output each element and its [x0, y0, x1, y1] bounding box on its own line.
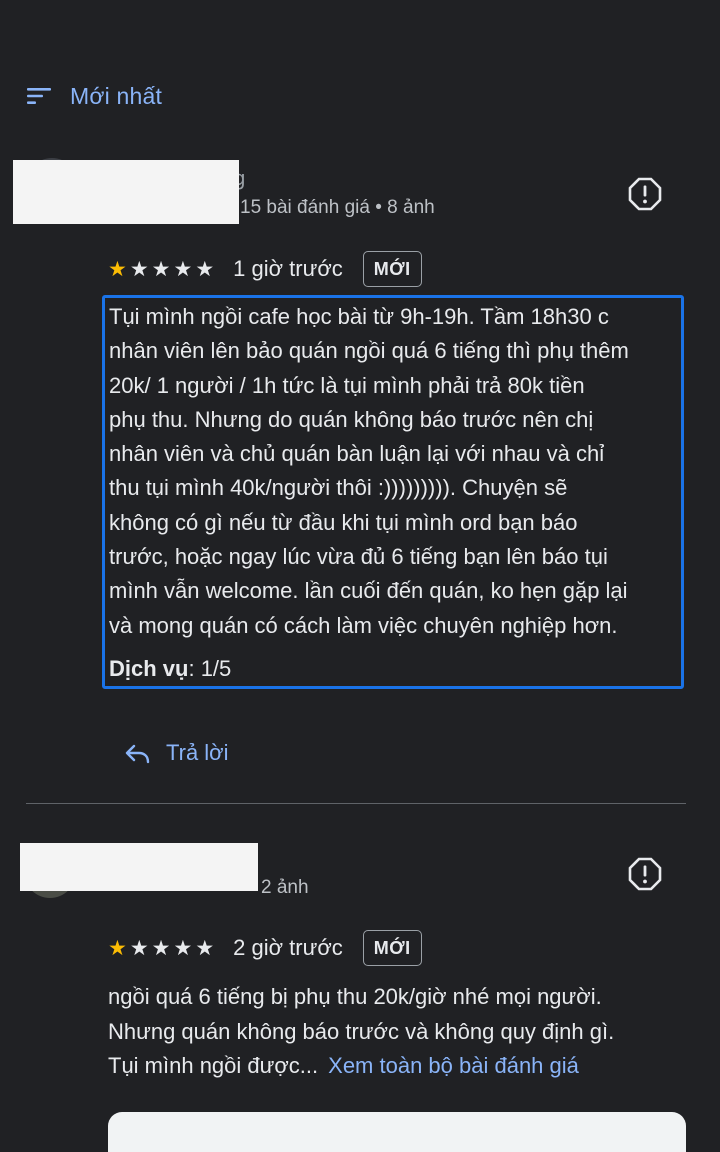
see-full-review-link[interactable]: Xem toàn bộ bài đánh giá: [328, 1053, 579, 1078]
star-rating: ★ ★ ★ ★ ★: [108, 256, 217, 281]
review-time: 1 giờ trước: [233, 256, 343, 281]
report-review-icon[interactable]: [628, 177, 662, 211]
review-text: Tụi mình ngồi cafe học bài từ 9h-19h. Tầ…: [109, 304, 629, 638]
rating-row: ★ ★ ★ ★ ★ 1 giờ trước MỚI: [108, 249, 422, 289]
next-card-edge: [108, 1112, 686, 1152]
new-badge: MỚI: [362, 930, 422, 966]
redacted-author-name: [13, 160, 239, 224]
sort-button[interactable]: Mới nhất: [26, 78, 162, 114]
review-text-line: Tụi mình ngồi được...: [108, 1053, 319, 1078]
star-icon: ★: [173, 256, 193, 281]
review-text-line: ngồi quá 6 tiếng bị phụ thu 20k/giờ nhé …: [108, 984, 602, 1009]
star-rating: ★ ★ ★ ★ ★: [108, 935, 217, 960]
reply-label: Trả lời: [166, 740, 229, 765]
sort-label: Mới nhất: [70, 82, 163, 109]
reply-icon: [124, 742, 150, 764]
star-icon: ★: [151, 256, 171, 281]
reply-button[interactable]: Trả lời: [124, 736, 229, 770]
reviewer-meta: 15 bài đánh giá • 8 ảnh: [240, 197, 435, 218]
sort-icon: [26, 86, 52, 106]
star-icon: ★: [195, 256, 215, 281]
star-icon: ★: [151, 935, 171, 960]
service-rating: Dịch vụ: 1/5: [109, 656, 681, 682]
review-time: 2 giờ trước: [233, 935, 343, 960]
report-review-icon[interactable]: [628, 857, 662, 891]
star-icon: ★: [173, 935, 193, 960]
star-icon: ★: [195, 935, 215, 960]
reviewer-meta: 2 ảnh: [261, 877, 309, 898]
star-icon: ★: [129, 256, 149, 281]
star-icon: ★: [129, 935, 149, 960]
review-divider: [26, 803, 686, 804]
rating-row: ★ ★ ★ ★ ★ 2 giờ trước MỚI: [108, 928, 422, 968]
star-icon: ★: [108, 935, 127, 960]
star-icon: ★: [108, 256, 127, 281]
review-text-line: Nhưng quán không báo trước và không quy …: [108, 1018, 615, 1044]
new-badge: MỚI: [362, 251, 422, 287]
review-text: ngồi quá 6 tiếng bị phụ thu 20k/giờ nhé …: [108, 980, 698, 1084]
redacted-author-name: [20, 843, 258, 891]
service-label: Dịch vụ: [109, 655, 189, 681]
review-text-last-line: Tụi mình ngồi được... Xem toàn bộ bài đán…: [108, 1049, 698, 1084]
service-value: : 1/5: [188, 655, 232, 681]
review-text-highlight: Tụi mình ngồi cafe học bài từ 9h-19h. Tầ…: [102, 295, 684, 689]
